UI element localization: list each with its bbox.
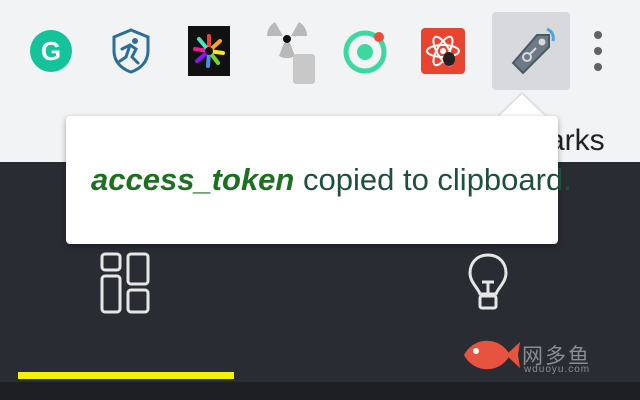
radiation-extension-icon [266,22,315,84]
grammarly-extension-icon: G [30,30,72,72]
react-bug-extension-button[interactable] [404,12,482,90]
token-tag-extension-icon [511,27,555,75]
popup-message-rest: copied to clipboard. [294,162,572,197]
shield-runner-extension-icon [112,28,150,74]
ionic-ring-extension-icon [343,30,387,74]
radiation-extension-button[interactable] [248,12,326,90]
popup-caret [498,94,546,117]
lightbulb-icon[interactable] [466,252,510,316]
watermark-subtext: wduoyu.com [524,364,591,375]
token-tag-extension-button[interactable] [492,12,570,90]
ionic-ring-extension-button[interactable] [326,12,404,90]
popup-message: access_token copied to clipboard. [91,164,572,195]
react-bug-extension-icon [421,28,465,74]
kebab-menu-icon [594,31,602,71]
colorful-wheel-extension-icon [188,26,230,76]
active-tab-indicator [18,372,234,379]
token-name: access_token [91,162,295,197]
colorful-wheel-extension-button[interactable] [170,12,248,90]
clipboard-notification-popup: access_token copied to clipboard. [66,116,572,244]
browser-menu-button[interactable] [572,12,624,90]
fish-watermark-icon [464,340,520,370]
svg-text:G: G [41,36,61,66]
shield-runner-extension-button[interactable] [92,12,170,90]
bottom-bar [0,382,640,400]
grammarly-extension-button[interactable]: G [12,12,90,90]
dashboard-icon[interactable] [100,252,152,316]
